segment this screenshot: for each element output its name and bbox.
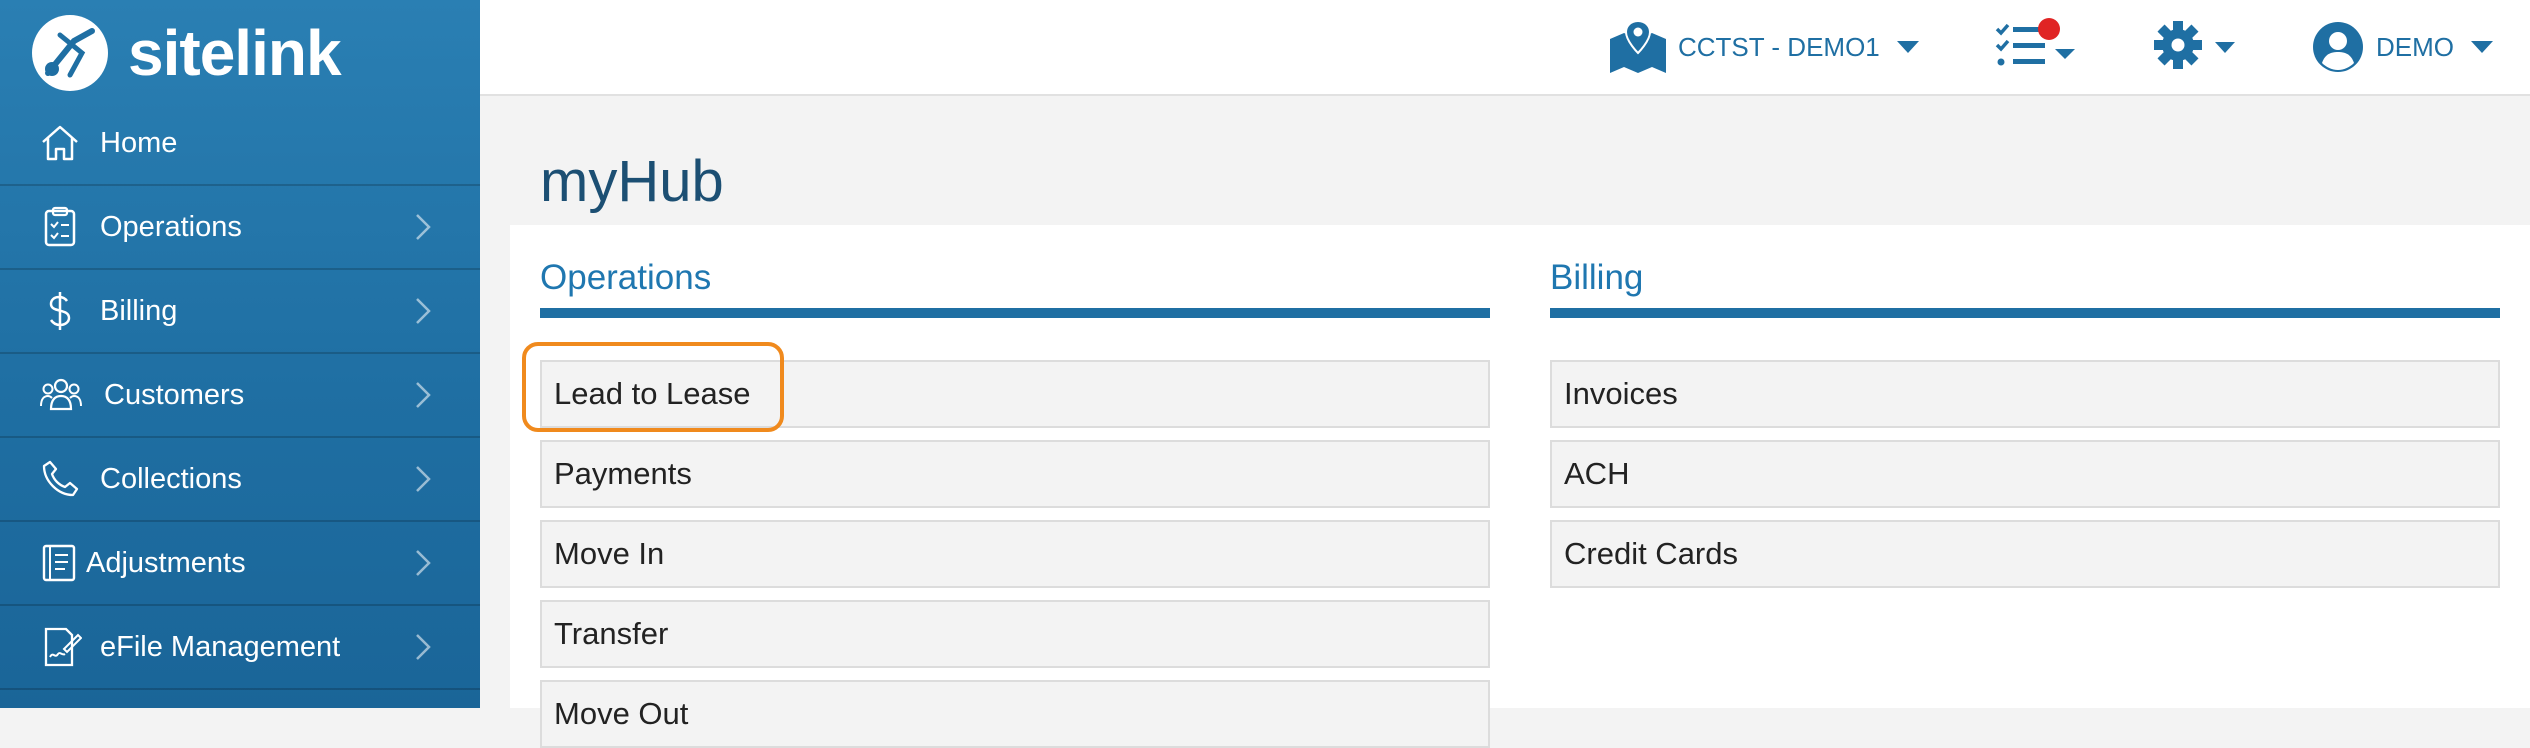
tasks-menu[interactable] [1995, 0, 2075, 94]
sidebar-item-label: Billing [100, 294, 178, 327]
home-icon [42, 125, 78, 161]
chevron-right-icon [416, 382, 431, 408]
clipboard-icon [44, 206, 76, 247]
move-in-button[interactable]: Move In [540, 520, 1490, 588]
operations-section-title: Operations [540, 258, 712, 297]
sidebar: sitelink Home Operations Billing Custome… [0, 0, 480, 708]
chevron-right-icon [416, 550, 431, 576]
chevron-right-icon [416, 298, 431, 324]
chevron-right-icon [416, 634, 431, 660]
logo-text: sitelink [128, 17, 342, 89]
sidebar-item-customers[interactable]: Customers [0, 354, 480, 438]
user-avatar-icon [2313, 22, 2363, 72]
billing-section-title: Billing [1550, 258, 1644, 297]
ach-label: ACH [1564, 456, 1630, 491]
gear-icon [2154, 21, 2202, 69]
payments-button[interactable]: Payments [540, 440, 1490, 508]
transfer-label: Transfer [554, 616, 669, 651]
phone-icon [42, 460, 79, 497]
map-location-icon [1610, 19, 1666, 73]
ach-button[interactable]: ACH [1550, 440, 2500, 508]
sitelink-logo-icon [32, 15, 108, 91]
sidebar-item-label: Customers [104, 378, 245, 411]
lead-to-lease-highlight [522, 342, 784, 432]
caret-down-icon [2215, 41, 2235, 53]
caret-down-icon [1896, 41, 1919, 53]
sidebar-item-home[interactable]: Home [0, 102, 480, 186]
sidebar-item-efile-management[interactable]: eFile Management [0, 606, 480, 690]
location-selector[interactable]: CCTST - DEMO1 [1608, 0, 1920, 94]
chevron-right-icon [416, 214, 431, 240]
dollar-icon [49, 292, 71, 330]
sidebar-item-adjustments[interactable]: Adjustments [0, 522, 480, 606]
task-list-icon [1995, 18, 2075, 66]
sidebar-item-collections[interactable]: Collections [0, 438, 480, 522]
move-out-label: Move Out [554, 696, 689, 731]
sidebar-item-label: Home [100, 126, 178, 159]
sidebar-item-billing[interactable]: Billing [0, 270, 480, 354]
settings-menu[interactable] [2154, 0, 2236, 94]
page-title: myHub [540, 149, 724, 214]
user-label: DEMO [2376, 31, 2454, 62]
transfer-button[interactable]: Transfer [540, 600, 1490, 668]
move-in-label: Move In [554, 536, 665, 571]
billing-section-rule [1550, 308, 2500, 318]
users-icon [40, 378, 82, 411]
ledger-icon [42, 544, 76, 582]
credit-cards-button[interactable]: Credit Cards [1550, 520, 2500, 588]
operations-section-rule [540, 308, 1490, 318]
user-menu[interactable]: DEMO [2312, 0, 2494, 94]
sidebar-item-label: Adjustments [86, 546, 246, 579]
invoices-label: Invoices [1564, 376, 1678, 411]
credit-cards-label: Credit Cards [1564, 536, 1738, 571]
location-label: CCTST - DEMO1 [1678, 31, 1880, 62]
file-signature-icon [44, 627, 82, 667]
sidebar-item-label: Collections [100, 462, 242, 495]
sidebar-item-label: Operations [100, 210, 242, 243]
sidebar-item-operations[interactable]: Operations [0, 186, 480, 270]
move-out-button[interactable]: Move Out [540, 680, 1490, 748]
invoices-button[interactable]: Invoices [1550, 360, 2500, 428]
caret-down-icon [2471, 41, 2493, 53]
sidebar-item-label: eFile Management [100, 630, 341, 663]
payments-label: Payments [554, 456, 692, 491]
sitelink-logo[interactable]: sitelink [30, 8, 342, 98]
chevron-right-icon [416, 466, 431, 492]
